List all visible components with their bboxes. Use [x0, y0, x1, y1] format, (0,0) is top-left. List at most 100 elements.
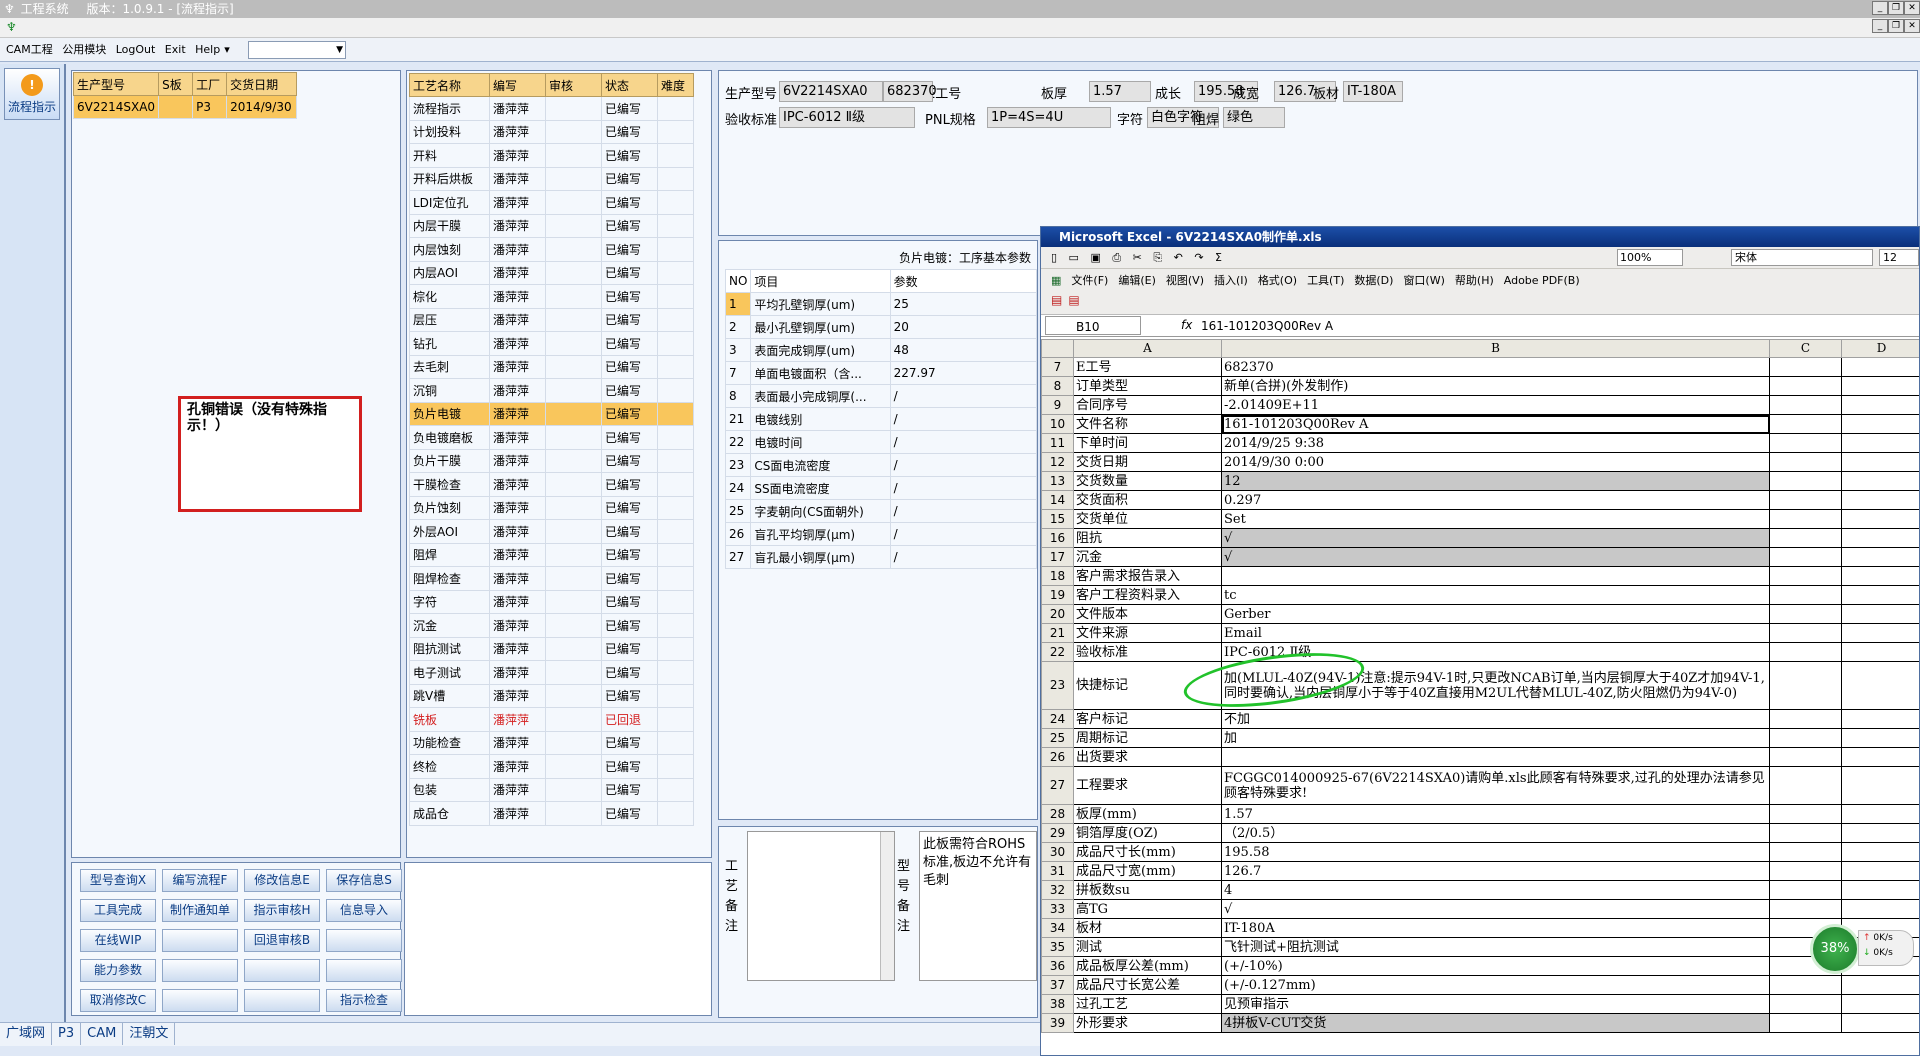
cell-d[interactable]	[1841, 661, 1919, 710]
cell-d[interactable]	[1841, 994, 1919, 1014]
cell-a[interactable]: 阻抗	[1073, 528, 1222, 548]
function-button[interactable]: 制作通知单	[162, 899, 238, 922]
row-number[interactable]: 13	[1041, 471, 1074, 491]
cell-c[interactable]	[1769, 509, 1842, 529]
restore-button[interactable]: ❐	[1888, 1, 1904, 15]
cell-a[interactable]: 铜箔厚度(OZ)	[1073, 823, 1222, 843]
cell-c[interactable]	[1769, 490, 1842, 510]
row-number[interactable]: 8	[1041, 376, 1074, 396]
row-number[interactable]: 14	[1041, 490, 1074, 510]
process-row[interactable]: 内层干膜 潘萍萍 已编写	[409, 213, 694, 238]
function-button[interactable]: 回退审核B	[244, 929, 320, 952]
process-row[interactable]: LDI定位孔 潘萍萍 已编写	[409, 190, 694, 215]
cell-d[interactable]	[1841, 585, 1919, 605]
cell-b[interactable]: 2014/9/30 0:00	[1221, 452, 1770, 472]
cell-c[interactable]	[1769, 604, 1842, 624]
process-col-header[interactable]: 审核	[545, 73, 602, 97]
info-value[interactable]: 6V2214SXA0	[779, 81, 883, 102]
cell-c[interactable]	[1769, 642, 1842, 662]
order-row[interactable]: 6V2214SXA0 P3 2014/9/30	[72, 95, 298, 119]
cell-b[interactable]	[1221, 566, 1770, 586]
cell-c[interactable]	[1769, 433, 1842, 453]
order-col-header[interactable]: 工厂	[192, 72, 228, 96]
cell-b[interactable]: tc	[1221, 585, 1770, 605]
cell-b[interactable]: 682370	[1221, 357, 1770, 377]
function-button[interactable]: 修改信息E	[244, 869, 320, 892]
cell-b[interactable]: 195.58	[1221, 842, 1770, 862]
pdf-mail-icon[interactable]: ▤	[1068, 293, 1079, 307]
cell-a[interactable]: 合同序号	[1073, 395, 1222, 415]
process-row[interactable]: 负电镀磨板 潘萍萍 已编写	[409, 425, 694, 450]
process-row[interactable]: 层压 潘萍萍 已编写	[409, 307, 694, 332]
cell-c[interactable]	[1769, 585, 1842, 605]
function-button[interactable]: 型号查询X	[80, 869, 156, 892]
cell-c[interactable]	[1769, 452, 1842, 472]
row-number[interactable]: 32	[1041, 880, 1074, 900]
row-number[interactable]: 38	[1041, 994, 1074, 1014]
cell-d[interactable]	[1841, 566, 1919, 586]
cell-c[interactable]	[1769, 994, 1842, 1014]
menu-help[interactable]: Help	[195, 38, 220, 62]
param-row[interactable]: 26 盲孔平均铜厚(μm) /	[724, 522, 1037, 546]
function-button[interactable]: 指示检查	[326, 989, 402, 1012]
formula-input[interactable]: 161-101203Q00Rev A	[1201, 316, 1333, 336]
function-button[interactable]	[162, 989, 238, 1012]
param-row[interactable]: 2 最小孔壁铜厚(um) 20	[724, 315, 1037, 339]
cell-a[interactable]: 板厚(mm)	[1073, 804, 1222, 824]
excel-menu-item[interactable]: 工具(T)	[1307, 269, 1344, 293]
cell-d[interactable]	[1841, 1013, 1919, 1033]
cell-d[interactable]	[1841, 547, 1919, 567]
model-note-text[interactable]: 此板需符合ROHS标准,板边不允许有毛刺	[919, 831, 1037, 981]
function-button[interactable]: 取消修改C	[80, 989, 156, 1012]
row-number[interactable]: 35	[1041, 937, 1074, 957]
row-number[interactable]: 11	[1041, 433, 1074, 453]
function-button[interactable]: 指示审核H	[244, 899, 320, 922]
cell-a[interactable]: 过孔工艺	[1073, 994, 1222, 1014]
cell-d[interactable]	[1841, 975, 1919, 995]
excel-menu-item[interactable]: 窗口(W)	[1403, 269, 1444, 293]
cell-b[interactable]: 161-101203Q00Rev A	[1221, 414, 1770, 434]
menu-logout[interactable]: LogOut	[116, 38, 156, 62]
cell-d[interactable]	[1841, 642, 1919, 662]
cell-d[interactable]	[1841, 728, 1919, 748]
order-col-header[interactable]: S板	[158, 72, 194, 96]
process-row[interactable]: 跳V槽 潘萍萍 已编写	[409, 683, 694, 708]
row-number[interactable]: 16	[1041, 528, 1074, 548]
cell-a[interactable]: 周期标记	[1073, 728, 1222, 748]
toolbar-icons[interactable]: ▯ ▭ ▣ ⎙ ✂ ⎘ ↶ ↷ Σ	[1051, 251, 1226, 264]
row-number[interactable]: 17	[1041, 547, 1074, 567]
cell-b[interactable]: FCGGC014000925-67(6V2214SXA0)请购单.xls此顾客有…	[1221, 766, 1770, 805]
cell-a[interactable]: 拼板数su	[1073, 880, 1222, 900]
process-row[interactable]: 内层AOI 潘萍萍 已编写	[409, 260, 694, 285]
excel-menu-item[interactable]: 数据(D)	[1354, 269, 1393, 293]
cell-a[interactable]: 成品尺寸长宽公差	[1073, 975, 1222, 995]
cell-b[interactable]: Gerber	[1221, 604, 1770, 624]
cell-d[interactable]	[1841, 747, 1919, 767]
column-header[interactable]: D	[1841, 339, 1919, 358]
process-row[interactable]: 铣板 潘萍萍 已回退	[409, 707, 694, 732]
process-col-header[interactable]: 状态	[601, 73, 658, 97]
process-col-header[interactable]: 工艺名称	[409, 73, 490, 97]
process-row[interactable]: 开料 潘萍萍 已编写	[409, 143, 694, 168]
row-number[interactable]: 12	[1041, 452, 1074, 472]
cell-d[interactable]	[1841, 766, 1919, 805]
param-row[interactable]: 3 表面完成铜厚(um) 48	[724, 338, 1037, 362]
process-row[interactable]: 终检 潘萍萍 已编写	[409, 754, 694, 779]
cell-a[interactable]: 高TG	[1073, 899, 1222, 919]
row-number[interactable]: 26	[1041, 747, 1074, 767]
process-row[interactable]: 负片电镀 潘萍萍 已编写	[409, 401, 694, 426]
cell-c[interactable]	[1769, 709, 1842, 729]
row-number[interactable]: 21	[1041, 623, 1074, 643]
mdi-close-button[interactable]: ✕	[1904, 19, 1920, 33]
process-row[interactable]: 沉铜 潘萍萍 已编写	[409, 378, 694, 403]
cell-d[interactable]	[1841, 414, 1919, 434]
cell-d[interactable]	[1841, 842, 1919, 862]
cell-b[interactable]: 4拼板V-CUT交货	[1221, 1013, 1770, 1033]
process-row[interactable]: 负片蚀刻 潘萍萍 已编写	[409, 495, 694, 520]
cell-b[interactable]: 飞针测试+阻抗测试	[1221, 937, 1770, 957]
cell-c[interactable]	[1769, 880, 1842, 900]
function-button[interactable]: 编写流程F	[162, 869, 238, 892]
font-select[interactable]: 宋体	[1731, 249, 1873, 266]
row-number[interactable]: 18	[1041, 566, 1074, 586]
cell-a[interactable]: 成品尺寸长(mm)	[1073, 842, 1222, 862]
